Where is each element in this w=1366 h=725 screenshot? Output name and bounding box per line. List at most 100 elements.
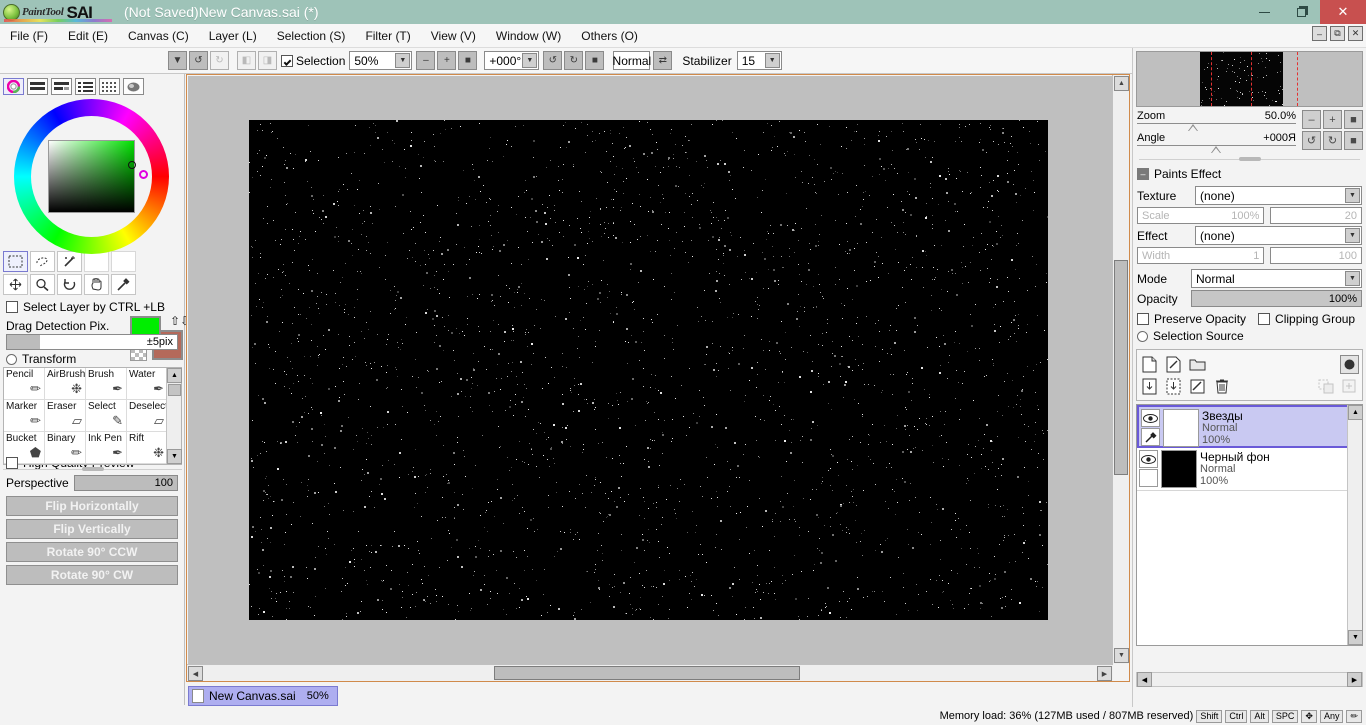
- rotate-cw-button[interactable]: ↻: [564, 51, 584, 70]
- brush-rift[interactable]: Rift ❉: [127, 432, 168, 464]
- layer-select-source-icon[interactable]: [1139, 469, 1158, 487]
- merge-group-icon[interactable]: [1164, 377, 1183, 396]
- layer-visibility-icon[interactable]: [1141, 409, 1160, 427]
- rotate-90-cw-button[interactable]: Rotate 90° CW: [6, 565, 178, 585]
- chevron-down-icon[interactable]: ▼: [522, 53, 538, 68]
- canvas-vertical-scrollbar[interactable]: ▲ ▼: [1112, 75, 1129, 664]
- selection-toggle[interactable]: Selection: [281, 54, 345, 68]
- scroll-left-icon[interactable]: ◀: [188, 666, 203, 681]
- chevron-down-icon[interactable]: ▼: [1345, 271, 1360, 286]
- brush-inkpen[interactable]: Ink Pen ✒: [86, 432, 127, 464]
- flip-vertical-button[interactable]: ◨: [258, 51, 277, 70]
- maximize-button[interactable]: [1283, 0, 1320, 24]
- brush-marker[interactable]: Marker ✏: [4, 400, 45, 432]
- stabilizer-combo[interactable]: 15 ▼: [736, 51, 782, 70]
- scroll-down-icon[interactable]: ▼: [1114, 648, 1129, 663]
- navigator-zoom-slider[interactable]: Zoom 50.0%: [1137, 110, 1296, 132]
- preserve-opacity-option[interactable]: Preserve Opacity: [1137, 312, 1246, 326]
- layer-visibility-icon[interactable]: [1139, 450, 1158, 468]
- hq-preview-checkbox[interactable]: [6, 457, 18, 469]
- canvas-horizontal-scrollbar[interactable]: ◀ ▶: [187, 664, 1113, 681]
- scroll-up-icon[interactable]: ▲: [167, 368, 182, 383]
- preserve-opacity-checkbox[interactable]: [1137, 313, 1149, 325]
- rotate-ccw-button[interactable]: ↺: [543, 51, 563, 70]
- clipping-group-checkbox[interactable]: [1258, 313, 1271, 325]
- nav-rotate-cw-button[interactable]: ↻: [1323, 131, 1342, 150]
- hand-icon[interactable]: [84, 274, 109, 295]
- menu-edit[interactable]: Edit (E): [58, 26, 118, 46]
- minimize-button[interactable]: [1246, 0, 1283, 24]
- menu-filter[interactable]: Filter (T): [355, 26, 420, 46]
- blend-mode-dropdown[interactable]: Normal ▼: [1191, 269, 1362, 288]
- scroll-down-icon[interactable]: ▼: [1348, 630, 1363, 645]
- saturation-value-square[interactable]: [48, 140, 135, 213]
- move-icon[interactable]: [3, 274, 28, 295]
- brush-select[interactable]: Select ✎: [86, 400, 127, 432]
- flip-horizontal-button[interactable]: ◧: [237, 51, 256, 70]
- brush-airbrush[interactable]: AirBrush ❉: [45, 368, 86, 400]
- rotate-icon[interactable]: [57, 274, 82, 295]
- chevron-down-icon[interactable]: ▼: [764, 53, 780, 68]
- eyedropper-icon[interactable]: [111, 274, 136, 295]
- nav-rotate-reset-button[interactable]: ■: [1344, 131, 1363, 150]
- menu-file[interactable]: File (F): [0, 26, 58, 46]
- angle-combo[interactable]: +000° ▼: [484, 51, 540, 70]
- swap-view-button[interactable]: ⇄: [653, 51, 673, 70]
- view-mode-field[interactable]: Normal: [613, 51, 651, 70]
- doc-close-button[interactable]: ✕: [1348, 26, 1363, 41]
- marquee-select-icon[interactable]: [3, 251, 28, 272]
- effect-dropdown[interactable]: (none) ▼: [1195, 226, 1362, 245]
- layer-row-stars[interactable]: Звезды Normal 100%: [1137, 405, 1362, 448]
- texture-dropdown[interactable]: (none) ▼: [1195, 186, 1362, 205]
- menu-window[interactable]: Window (W): [486, 26, 571, 46]
- scroll-right-icon[interactable]: ▶: [1097, 666, 1112, 681]
- chevron-down-icon[interactable]: ▼: [395, 53, 411, 68]
- menu-selection[interactable]: Selection (S): [267, 26, 356, 46]
- drag-detection-slider[interactable]: ±5pix: [6, 334, 178, 350]
- close-button[interactable]: ✕: [1320, 0, 1366, 24]
- right-panel-splitter[interactable]: [1139, 156, 1360, 162]
- magic-wand-icon[interactable]: [57, 251, 82, 272]
- scroll-up-icon[interactable]: ▲: [1114, 76, 1129, 91]
- perspective-slider[interactable]: 100: [73, 475, 178, 491]
- flip-vertically-button[interactable]: Flip Vertically: [6, 519, 178, 539]
- radio-button[interactable]: [6, 353, 17, 365]
- rotate-reset-button[interactable]: ■: [585, 51, 605, 70]
- flip-horizontally-button[interactable]: Flip Horizontally: [6, 496, 178, 516]
- layer-mask-icon[interactable]: [1340, 354, 1359, 374]
- layer-select-source-icon[interactable]: [1141, 428, 1160, 446]
- merge-down-icon[interactable]: [1140, 377, 1159, 396]
- tool-slot-empty-2[interactable]: [111, 251, 136, 272]
- vscrollbar-thumb[interactable]: [1114, 260, 1128, 475]
- menu-view[interactable]: View (V): [421, 26, 486, 46]
- swatch-grid-icon[interactable]: [99, 78, 120, 95]
- hsv-sliders-icon[interactable]: [51, 78, 72, 95]
- scroll-left-icon[interactable]: ◀: [1137, 672, 1152, 687]
- scroll-up-icon[interactable]: ▲: [1348, 405, 1363, 420]
- lasso-select-icon[interactable]: [30, 251, 55, 272]
- opacity-slider[interactable]: 100%: [1191, 290, 1362, 307]
- panel-splitter[interactable]: [3, 466, 182, 472]
- new-folder-icon[interactable]: [1188, 355, 1207, 374]
- sv-marker[interactable]: [128, 161, 136, 169]
- brush-deselect[interactable]: Deselect ▱: [127, 400, 168, 432]
- canvas-artwork-starfield[interactable]: [249, 120, 1048, 620]
- brush-brush[interactable]: Brush ✒: [86, 368, 127, 400]
- palette-list-icon[interactable]: [75, 78, 96, 95]
- menu-canvas[interactable]: Canvas (C): [118, 26, 199, 46]
- navigator-angle-slider[interactable]: Angle +000Я: [1137, 132, 1296, 154]
- new-linework-layer-icon[interactable]: [1164, 355, 1183, 374]
- brush-panel-scrollbar[interactable]: ▲ ▼: [166, 368, 182, 464]
- scroll-right-icon[interactable]: ▶: [1347, 672, 1362, 687]
- layers-list[interactable]: Звезды Normal 100% Черный фон Normal 100…: [1136, 404, 1363, 646]
- chevron-down-icon[interactable]: ▼: [1345, 188, 1360, 203]
- layer-row-black-background[interactable]: Черный фон Normal 100%: [1137, 448, 1362, 491]
- nav-zoom-reset-button[interactable]: ■: [1344, 110, 1363, 129]
- select-layer-ctrl-option[interactable]: Select Layer by CTRL +LB: [0, 297, 184, 317]
- layers-vertical-scrollbar[interactable]: ▲ ▼: [1347, 405, 1363, 645]
- gradient-icon[interactable]: [123, 78, 144, 95]
- canvas-viewport[interactable]: [188, 76, 1112, 664]
- menu-layer[interactable]: Layer (L): [199, 26, 267, 46]
- nav-zoom-in-button[interactable]: +: [1323, 110, 1342, 129]
- selection-source-radio[interactable]: [1137, 330, 1148, 342]
